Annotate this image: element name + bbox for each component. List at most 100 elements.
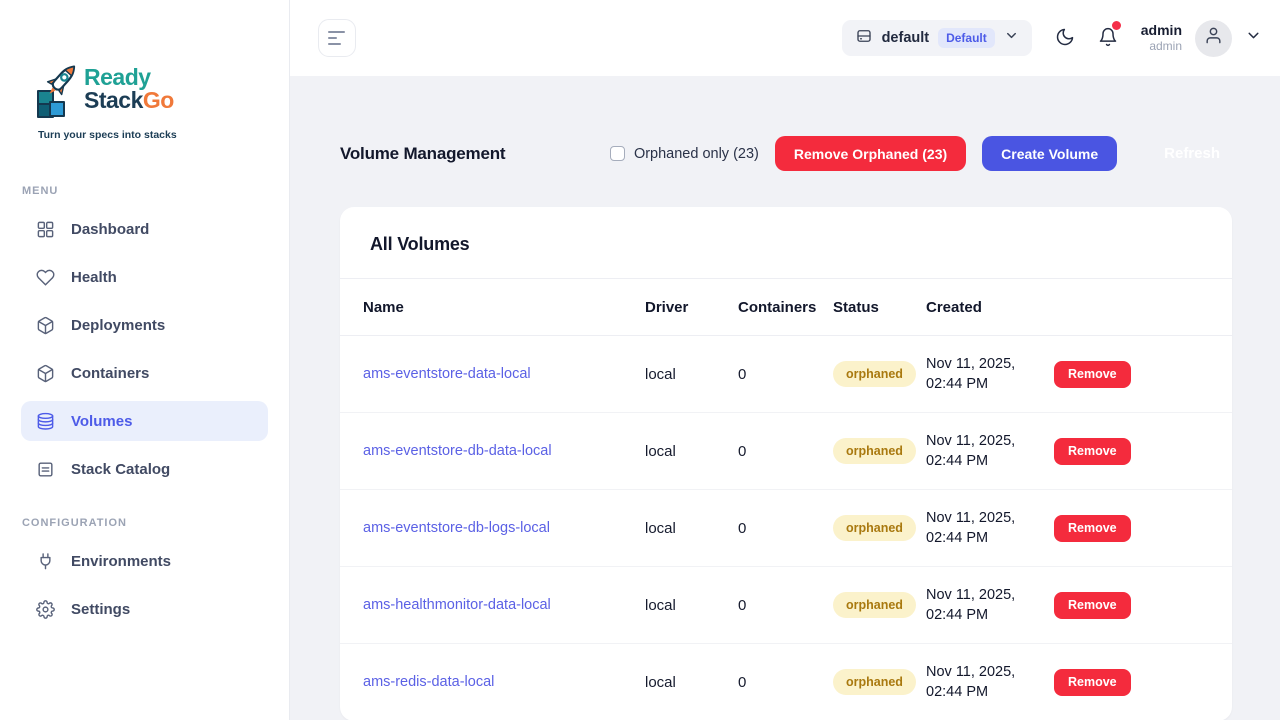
volume-name-link[interactable]: ams-healthmonitor-data-local	[363, 597, 551, 613]
sidebar: Ready StackGo Turn your specs into stack…	[0, 0, 290, 720]
sidebar-item-health[interactable]: Health	[21, 257, 268, 297]
column-header-status: Status	[833, 299, 926, 316]
notifications-button[interactable]	[1098, 27, 1118, 50]
status-badge: orphaned	[833, 669, 916, 695]
environment-default-badge: Default	[938, 28, 995, 48]
table-body: ams-eventstore-data-locallocal0orphanedN…	[340, 336, 1232, 720]
page-content: Volume Management Orphaned only (23) Rem…	[290, 76, 1280, 720]
volume-created-date: Nov 11, 2025, 02:44 PM	[926, 354, 1030, 394]
volume-created-date: Nov 11, 2025, 02:44 PM	[926, 662, 1030, 702]
dark-mode-toggle[interactable]	[1055, 27, 1075, 50]
brand-tagline: Turn your specs into stacks	[38, 129, 256, 141]
chevron-down-icon	[1245, 27, 1262, 49]
sidebar-item-settings[interactable]: Settings	[21, 589, 268, 629]
sidebar-item-deployments[interactable]: Deployments	[21, 305, 268, 345]
volume-driver: local	[645, 520, 738, 537]
volume-driver: local	[645, 443, 738, 460]
gear-icon	[36, 600, 55, 619]
volume-created-date: Nov 11, 2025, 02:44 PM	[926, 431, 1030, 471]
column-header-created: Created	[926, 299, 1045, 316]
create-volume-button[interactable]: Create Volume	[982, 136, 1117, 171]
topbar: default Default	[290, 0, 1280, 76]
brand-name: Ready StackGo	[84, 66, 174, 113]
volume-driver: local	[645, 674, 738, 691]
orphaned-only-checkbox[interactable]	[610, 146, 625, 161]
nav-section-label: CONFIGURATION	[22, 517, 289, 529]
sidebar-item-label: Containers	[71, 365, 149, 382]
table-header-row: Name Driver Containers Status Created	[340, 279, 1232, 336]
column-header-driver: Driver	[645, 299, 738, 316]
remove-volume-button[interactable]: Remove	[1054, 361, 1131, 388]
brand-logo-block: Ready StackGo Turn your specs into stack…	[36, 62, 256, 141]
environment-name: default	[882, 30, 930, 46]
table-row: ams-eventstore-data-local local0orphaned N…	[340, 336, 1232, 413]
main-area: default Default	[290, 0, 1280, 720]
status-badge: orphaned	[833, 438, 916, 464]
volume-name-link[interactable]: ams-eventstore-db-data-local	[363, 443, 552, 459]
volume-name-link[interactable]: ams-eventstore-db-logs-local	[363, 520, 550, 536]
page-title: Volume Management	[340, 144, 505, 164]
volume-containers-count: 0	[738, 674, 833, 691]
volume-driver: local	[645, 366, 738, 383]
notification-dot	[1112, 21, 1121, 30]
volume-name-link[interactable]: ams-eventstore-data-local	[363, 366, 531, 382]
sidebar-item-volumes[interactable]: Volumes	[21, 401, 268, 441]
remove-volume-button[interactable]: Remove	[1054, 438, 1131, 465]
volume-name-link[interactable]: ams-redis-data-local	[363, 674, 494, 690]
user-icon	[1204, 26, 1223, 50]
orphaned-only-filter[interactable]: Orphaned only (23)	[610, 146, 759, 162]
volume-driver: local	[645, 597, 738, 614]
sidebar-item-containers[interactable]: Containers	[21, 353, 268, 393]
volume-containers-count: 0	[738, 520, 833, 537]
remove-volume-button[interactable]: Remove	[1054, 592, 1131, 619]
status-badge: orphaned	[833, 361, 916, 387]
volume-created-date: Nov 11, 2025, 02:44 PM	[926, 508, 1030, 548]
status-badge: orphaned	[833, 592, 916, 618]
table-row: ams-eventstore-db-logs-local local0orphan…	[340, 490, 1232, 567]
column-header-containers: Containers	[738, 299, 833, 316]
sidebar-item-label: Stack Catalog	[71, 461, 170, 478]
user-menu[interactable]: admin admin	[1141, 20, 1262, 57]
table-row: ams-redis-data-local local0orphaned Nov 11…	[340, 644, 1232, 720]
sidebar-item-dashboard[interactable]: Dashboard	[21, 209, 268, 249]
user-name: admin	[1141, 22, 1182, 40]
volumes-card: All Volumes Name Driver Containers Statu…	[340, 207, 1232, 720]
orphaned-only-label: Orphaned only (23)	[634, 146, 759, 162]
grid-icon	[36, 220, 55, 239]
environment-selector[interactable]: default Default	[842, 20, 1032, 56]
table-row: ams-healthmonitor-data-locallocal0orphan…	[340, 567, 1232, 644]
volume-created-date: Nov 11, 2025, 02:44 PM	[926, 585, 1030, 625]
user-role: admin	[1141, 39, 1182, 54]
column-header-name: Name	[363, 299, 645, 316]
volume-containers-count: 0	[738, 366, 833, 383]
hamburger-icon	[328, 31, 345, 34]
plug-icon	[36, 552, 55, 571]
sidebar-item-stack-catalog[interactable]: Stack Catalog	[21, 449, 268, 489]
cube-icon	[36, 364, 55, 383]
volumes-card-title: All Volumes	[340, 207, 1232, 279]
sidebar-item-label: Settings	[71, 601, 130, 618]
sidebar-item-environments[interactable]: Environments	[21, 541, 268, 581]
page-header: Volume Management Orphaned only (23) Rem…	[340, 136, 1232, 171]
volume-containers-count: 0	[738, 443, 833, 460]
cube-icon	[36, 316, 55, 335]
catalog-icon	[36, 460, 55, 479]
rocket-stack-logo-icon	[36, 62, 82, 125]
remove-volume-button[interactable]: Remove	[1054, 669, 1131, 696]
sidebar-item-label: Environments	[71, 553, 171, 570]
chevron-down-icon	[1004, 28, 1019, 48]
sidebar-item-label: Dashboard	[71, 221, 149, 238]
avatar	[1195, 20, 1232, 57]
refresh-button[interactable]: Refresh	[1152, 136, 1232, 171]
remove-volume-button[interactable]: Remove	[1054, 515, 1131, 542]
table-row: ams-eventstore-db-data-local local0orphan…	[340, 413, 1232, 490]
sidebar-nav: MENUDashboardHealthDeploymentsContainers…	[0, 185, 289, 629]
heart-icon	[36, 268, 55, 287]
moon-icon	[1055, 27, 1075, 50]
sidebar-toggle-button[interactable]	[318, 19, 356, 57]
sidebar-item-label: Health	[71, 269, 117, 286]
status-badge: orphaned	[833, 515, 916, 541]
remove-orphaned-button[interactable]: Remove Orphaned (23)	[775, 136, 966, 171]
server-icon	[855, 27, 873, 50]
app-window: Ready StackGo Turn your specs into stack…	[0, 0, 1280, 720]
